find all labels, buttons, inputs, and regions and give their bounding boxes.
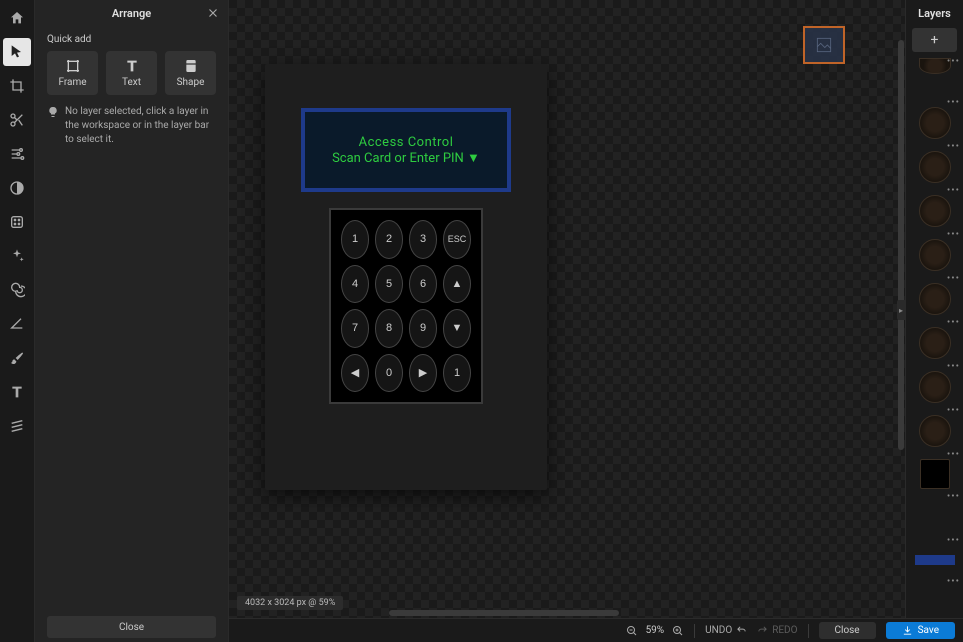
key-up: ▲ <box>443 265 471 304</box>
close-button[interactable]: Close <box>819 622 876 639</box>
zoom-in-icon[interactable] <box>672 625 684 637</box>
layer-thumb[interactable]: ••• <box>912 451 958 489</box>
left-toolbar <box>0 0 35 642</box>
layer-thumb[interactable]: ••• <box>912 275 958 315</box>
angle-tool-icon[interactable] <box>3 310 31 338</box>
key-5: 5 <box>375 265 403 304</box>
pattern-tool-icon[interactable] <box>3 208 31 236</box>
lcd-line-1: Access Control <box>359 135 454 150</box>
lcd-line-2: Scan Card or Enter PIN ▼ <box>332 150 480 166</box>
cut-tool-icon[interactable] <box>3 106 31 134</box>
key-9: 9 <box>409 309 437 348</box>
key-4: 4 <box>341 265 369 304</box>
layer-menu-icon[interactable]: ••• <box>947 449 960 460</box>
shape-label: Shape <box>177 77 205 88</box>
layer-menu-icon[interactable]: ••• <box>947 405 960 416</box>
layers-panel: Layers + ••• ••• ••• ••• ••• ••• ••• •••… <box>905 0 963 618</box>
contrast-tool-icon[interactable] <box>3 174 31 202</box>
undo-button[interactable]: UNDO <box>705 625 747 636</box>
layer-thumb[interactable]: ••• <box>912 231 958 271</box>
layer-thumbs: ••• ••• ••• ••• ••• ••• ••• ••• ••• ••• … <box>906 58 963 618</box>
text-label: Text <box>122 77 141 88</box>
layer-menu-icon[interactable]: ••• <box>947 273 960 284</box>
vertical-scrollbar[interactable] <box>898 40 904 450</box>
pointer-tool-icon[interactable] <box>3 38 31 66</box>
lcd-screen: Access Control Scan Card or Enter PIN ▼ <box>301 108 511 192</box>
expand-handle[interactable]: ▸ <box>897 300 905 320</box>
bulb-icon <box>47 106 59 118</box>
device-mockup[interactable]: Access Control Scan Card or Enter PIN ▼ … <box>265 64 547 490</box>
layer-thumb[interactable]: ••• <box>912 319 958 359</box>
key-8: 8 <box>375 309 403 348</box>
layer-menu-icon[interactable]: ••• <box>947 317 960 328</box>
text-tool-icon[interactable] <box>3 378 31 406</box>
layer-menu-icon[interactable]: ••• <box>947 576 960 587</box>
layer-thumb[interactable]: ••• <box>912 578 958 618</box>
layer-thumb[interactable]: ••• <box>912 99 958 139</box>
arrange-panel: Arrange Quick add Frame Text Shape No la… <box>35 0 229 642</box>
hint-row: No layer selected, click a layer in the … <box>35 95 228 157</box>
key-down: ▼ <box>443 309 471 348</box>
bottom-bar: 59% UNDO REDO Close Save <box>229 618 963 642</box>
layer-menu-icon[interactable]: ••• <box>947 97 960 108</box>
quickadd-row: Frame Text Shape <box>35 51 228 95</box>
redo-button[interactable]: REDO <box>757 625 797 636</box>
save-button[interactable]: Save <box>886 622 955 639</box>
zoom-group: 59% <box>626 625 685 637</box>
frame-label: Frame <box>58 77 86 88</box>
key-enter: 1 <box>443 354 471 393</box>
key-0: 0 <box>375 354 403 393</box>
keypad: 1 2 3 ESC 4 5 6 ▲ 7 8 9 ▼ ◀ 0 ▶ 1 <box>329 208 483 404</box>
key-3: 3 <box>409 220 437 259</box>
key-esc: ESC <box>443 220 471 259</box>
key-right: ▶ <box>409 354 437 393</box>
layer-thumb[interactable]: ••• <box>912 58 958 95</box>
key-2: 2 <box>375 220 403 259</box>
layer-thumb[interactable]: ••• <box>912 363 958 403</box>
add-layer-button[interactable]: + <box>912 28 957 52</box>
layer-thumb[interactable]: ••• <box>912 143 958 183</box>
spiral-tool-icon[interactable] <box>3 276 31 304</box>
adjust-tool-icon[interactable] <box>3 140 31 168</box>
canvas[interactable]: Access Control Scan Card or Enter PIN ▼ … <box>229 0 905 618</box>
brush-tool-icon[interactable] <box>3 344 31 372</box>
divider <box>694 624 695 638</box>
layer-menu-icon[interactable]: ••• <box>947 58 960 67</box>
zoom-out-icon[interactable] <box>626 625 638 637</box>
layer-menu-icon[interactable]: ••• <box>947 361 960 372</box>
layer-menu-icon[interactable]: ••• <box>947 535 960 546</box>
home-icon[interactable] <box>3 4 31 32</box>
key-7: 7 <box>341 309 369 348</box>
horizontal-scrollbar[interactable] <box>389 610 619 616</box>
key-left: ◀ <box>341 354 369 393</box>
arrange-header: Arrange <box>35 0 228 26</box>
layer-thumb[interactable]: ••• <box>912 187 958 227</box>
download-icon <box>902 625 913 636</box>
layer-menu-icon[interactable]: ••• <box>947 185 960 196</box>
shape-button[interactable]: Shape <box>165 51 216 95</box>
divider <box>808 624 809 638</box>
key-6: 6 <box>409 265 437 304</box>
zoom-value: 59% <box>646 625 665 636</box>
hatch-tool-icon[interactable] <box>3 412 31 440</box>
key-1: 1 <box>341 220 369 259</box>
arrange-title: Arrange <box>112 7 151 20</box>
panel-close-button[interactable]: Close <box>47 616 216 638</box>
dimensions-badge: 4032 x 3024 px @ 59% <box>237 596 343 610</box>
hint-text: No layer selected, click a layer in the … <box>65 105 216 147</box>
ai-tool-icon[interactable] <box>3 242 31 270</box>
selection-box[interactable] <box>803 26 845 64</box>
layer-thumb[interactable]: ••• <box>912 407 958 447</box>
layer-menu-icon[interactable]: ••• <box>947 229 960 240</box>
layers-title: Layers <box>906 0 963 26</box>
crop-tool-icon[interactable] <box>3 72 31 100</box>
layer-thumb[interactable]: ••• <box>912 537 958 574</box>
close-icon[interactable] <box>206 6 220 20</box>
frame-button[interactable]: Frame <box>47 51 98 95</box>
layer-menu-icon[interactable]: ••• <box>947 491 960 502</box>
text-button[interactable]: Text <box>106 51 157 95</box>
layer-thumb[interactable]: ••• <box>912 493 958 533</box>
quickadd-label: Quick add <box>35 26 228 51</box>
layer-menu-icon[interactable]: ••• <box>947 141 960 152</box>
